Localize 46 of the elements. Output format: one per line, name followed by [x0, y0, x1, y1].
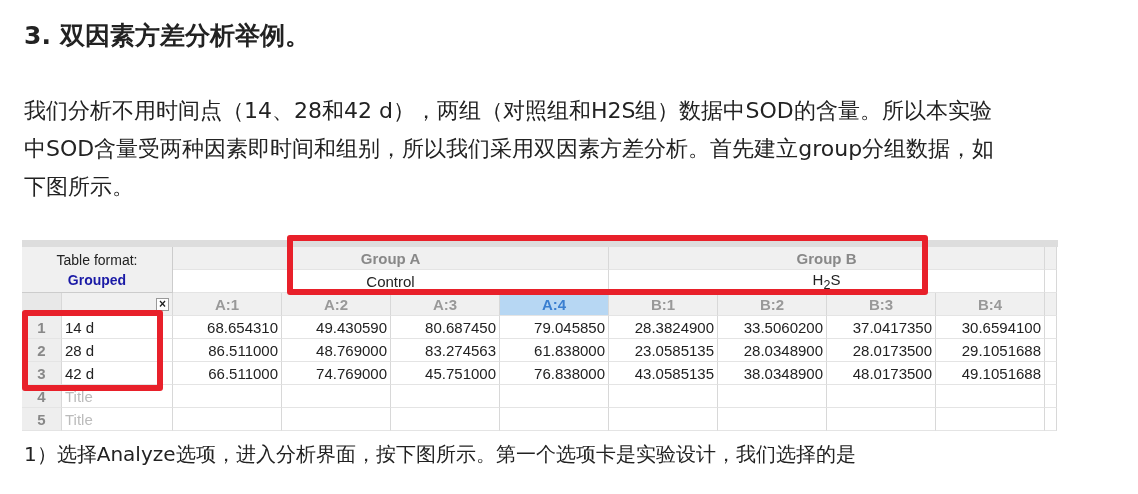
- row-number: 5: [22, 408, 62, 431]
- group-name: Group B: [609, 247, 1045, 270]
- section-heading: 3. 双因素方差分析举例。: [24, 20, 311, 52]
- column-header[interactable]: A:1: [173, 293, 282, 316]
- table-cell: 48.769000: [282, 339, 391, 362]
- column-header[interactable]: A:2: [282, 293, 391, 316]
- table-cell: 48.0173500: [827, 362, 936, 385]
- row-label: 42 d: [62, 362, 173, 385]
- table-cell: 49.430590: [282, 316, 391, 339]
- table-cell: 86.511000: [173, 339, 282, 362]
- column-header[interactable]: B:1: [609, 293, 718, 316]
- table-cell: 28.3824900: [609, 316, 718, 339]
- table-cell: 68.654310: [173, 316, 282, 339]
- table-cell: 49.1051688: [936, 362, 1045, 385]
- table-cell: 33.5060200: [718, 316, 827, 339]
- column-header[interactable]: B:3: [827, 293, 936, 316]
- table-cell: 45.751000: [391, 362, 500, 385]
- paragraph: 我们分析不用时间点（14、28和42 d），两组（对照组和H2S组）数据中SOD的含量。所以本实验中SOD含量受两种因素即时间和组别，所以我们采用双因素方差分析。首先建立group分组数据，如下图所示。: [24, 97, 996, 201]
- table-cell: 30.6594100: [936, 316, 1045, 339]
- table-cell: 79.045850: [500, 316, 609, 339]
- format-value: Grouped: [67, 270, 127, 290]
- table-cell: 37.0417350: [827, 316, 936, 339]
- group-name: Group A: [173, 247, 609, 270]
- table-cell: 80.687450: [391, 316, 500, 339]
- row-title-field[interactable]: Title: [62, 408, 173, 431]
- paragraph: 1）选择Analyze选项，进入分析界面，按下图所示。第一个选项卡是实验设计，我们选择的是: [24, 441, 857, 468]
- row-label: 14 d: [62, 316, 173, 339]
- table-cell: 38.0348900: [718, 362, 827, 385]
- table-cell: 28.0348900: [718, 339, 827, 362]
- column-header[interactable]: B:2: [718, 293, 827, 316]
- column-header[interactable]: A:3: [391, 293, 500, 316]
- column-header[interactable]: A:4: [500, 293, 609, 316]
- table-cell: 61.838000: [500, 339, 609, 362]
- row-label: 28 d: [62, 339, 173, 362]
- table-cell: 74.769000: [282, 362, 391, 385]
- table-cell: 28.0173500: [827, 339, 936, 362]
- table-cell: [1045, 293, 1057, 316]
- table-cell: 83.274563: [391, 339, 500, 362]
- table-cell: 66.511000: [173, 362, 282, 385]
- close-button[interactable]: ×: [156, 297, 169, 311]
- table-cell: 29.1051688: [936, 339, 1045, 362]
- table-cell: 43.0585135: [609, 362, 718, 385]
- table-cell: 23.0585135: [609, 339, 718, 362]
- column-header[interactable]: B:4: [936, 293, 1045, 316]
- table-cell: 76.838000: [500, 362, 609, 385]
- format-label: Table format:: [56, 250, 138, 270]
